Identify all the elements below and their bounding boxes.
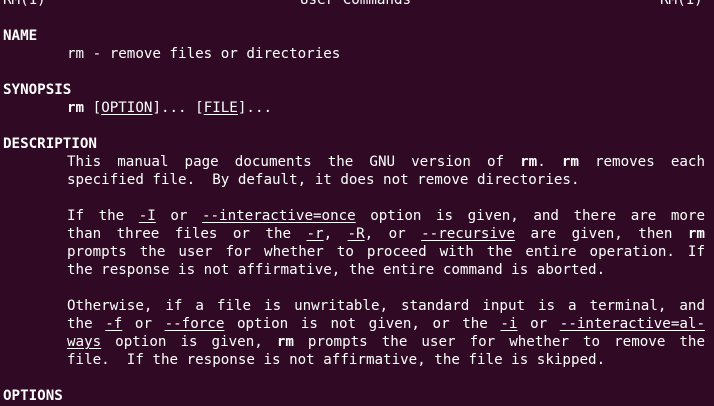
desc-p2-line3: prompts the user for whether to proceed … <box>67 244 705 260</box>
man-header-center: User Commands <box>300 0 412 8</box>
rm-cmd: rm <box>276 334 294 350</box>
desc-p2-line4: the response is not affirmative, the ent… <box>67 262 606 278</box>
desc-p1-line1: This manual page documents the GNU versi… <box>67 154 705 170</box>
opt-recursive: --recursive <box>421 226 516 242</box>
opt-f: -f <box>105 316 123 332</box>
desc-p2-line1: If the -I or --interactive=once option i… <box>67 208 706 224</box>
desc-p3-line3: ways option is given, rm prompts the use… <box>67 334 706 350</box>
opt-I: -I <box>138 208 156 224</box>
desc-p3-line4: file. If the response is not affirmative… <box>67 352 606 368</box>
synopsis-space <box>84 100 93 116</box>
opt-R: -R <box>347 226 365 242</box>
man-header-left: RM(1) <box>3 0 46 8</box>
opt-i: -i <box>500 316 518 332</box>
terminal-window[interactable]: RM(1) User Commands RM(1) NAME rm - remo… <box>0 0 714 406</box>
section-name-heading: NAME <box>3 28 38 44</box>
synopsis-file-arg: FILE <box>203 100 238 116</box>
opt-interactive-always-cont: ways <box>67 334 102 350</box>
section-options-heading: OPTIONS <box>3 388 63 404</box>
desc-p3-line1: Otherwise, if a file is unwritable, stan… <box>67 298 705 314</box>
man-header-right: RM(1) <box>660 0 703 8</box>
synopsis-tail: ]... <box>237 100 273 116</box>
name-description: rm - remove files or directories <box>67 46 341 62</box>
synopsis-separator: ]... [ <box>152 100 204 116</box>
rm-cmd: rm <box>687 226 705 242</box>
synopsis-line: rm [OPTION]... [FILE]... <box>67 100 273 116</box>
synopsis-command: rm <box>67 100 85 116</box>
desc-p1-line2: specified file. By default, it does not … <box>67 172 580 188</box>
rm-cmd: rm <box>561 154 579 170</box>
opt-interactive-always: --interactive=al- <box>559 316 705 332</box>
rm-cmd: rm <box>520 154 538 170</box>
section-description-heading: DESCRIPTION <box>3 136 97 152</box>
synopsis-option-arg: OPTION <box>101 100 153 116</box>
desc-p3-line2: the -f or --force option is not given, o… <box>67 316 705 332</box>
opt-force: --force <box>164 316 225 332</box>
opt-interactive-once: --interactive=once <box>201 208 356 224</box>
section-synopsis-heading: SYNOPSIS <box>3 82 72 98</box>
opt-r: -r <box>306 226 324 242</box>
desc-p2-line2: than three files or the -r, -R, or --rec… <box>67 226 705 242</box>
